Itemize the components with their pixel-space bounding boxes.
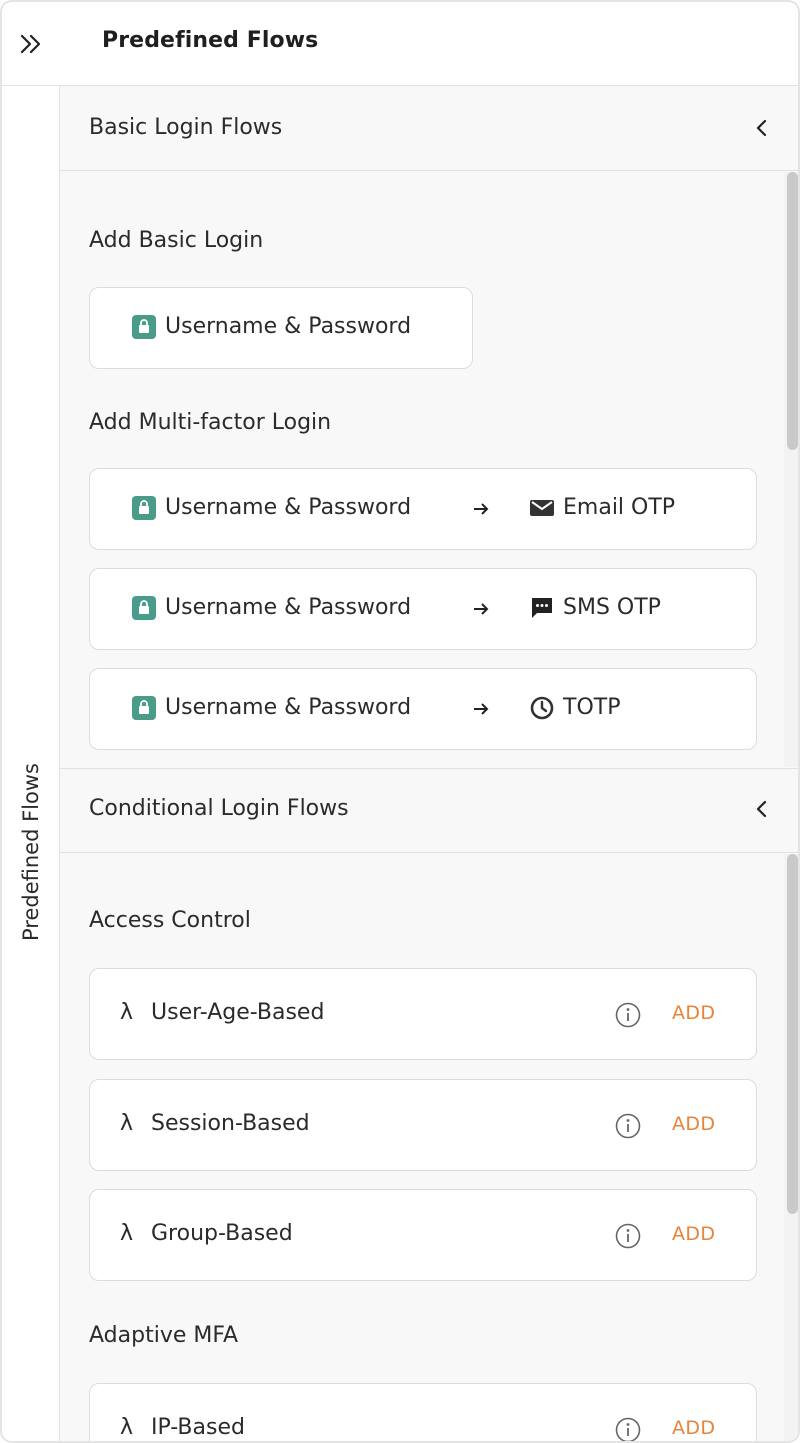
add-button[interactable]: ADD — [672, 1002, 715, 1024]
condition-name: User-Age-Based — [151, 1000, 325, 1025]
add-button[interactable]: ADD — [672, 1417, 715, 1439]
flow-step-label: Username & Password — [165, 695, 412, 720]
mfa-card-totp[interactable]: Username & Password TOTP — [89, 668, 757, 750]
lambda-icon: λ — [120, 1415, 134, 1440]
scrollbar-thumb[interactable] — [787, 172, 798, 450]
condition-name: IP-Based — [151, 1415, 245, 1440]
scrollbar-thumb[interactable] — [787, 854, 798, 1214]
section-title: Conditional Login Flows — [89, 796, 349, 821]
flow-step: Email OTP — [530, 495, 675, 520]
flow-step-label: Username & Password — [165, 595, 412, 620]
flow-step-label: Username & Password — [165, 314, 412, 339]
flow-step-label: SMS OTP — [563, 595, 661, 620]
email-icon — [530, 496, 554, 520]
condition-name: Group-Based — [151, 1221, 293, 1246]
condition-card-session[interactable]: λ Session-Based ADD — [89, 1079, 757, 1171]
section-title: Basic Login Flows — [89, 115, 283, 140]
basic-login-flows-header[interactable]: Basic Login Flows — [60, 86, 798, 171]
sms-icon — [530, 596, 554, 620]
flow-step: SMS OTP — [530, 595, 661, 620]
lock-icon — [132, 595, 156, 620]
info-icon[interactable] — [614, 1001, 642, 1029]
group-label: Access Control — [89, 908, 251, 933]
group-label: Adaptive MFA — [89, 1323, 239, 1348]
lock-icon — [132, 314, 156, 339]
chevron-left-icon[interactable] — [750, 797, 774, 821]
mfa-card-sms-otp[interactable]: Username & Password SMS OTP — [89, 568, 757, 650]
lambda-icon: λ — [120, 1111, 134, 1136]
info-icon[interactable] — [614, 1416, 642, 1443]
add-button[interactable]: ADD — [672, 1223, 715, 1245]
expand-panel-button[interactable] — [12, 28, 48, 60]
flow-step: Username & Password — [132, 314, 411, 339]
clock-icon — [530, 696, 554, 720]
flows-content: Basic Login Flows Add Basic Login Userna… — [60, 86, 798, 1443]
flow-step-label: TOTP — [563, 695, 621, 720]
mfa-card-email-otp[interactable]: Username & Password Email OTP — [89, 468, 757, 550]
add-button[interactable]: ADD — [672, 1113, 715, 1135]
info-icon[interactable] — [614, 1112, 642, 1140]
lambda-icon: λ — [120, 1221, 134, 1246]
flow-step: Username & Password — [132, 695, 411, 720]
basic-login-card[interactable]: Username & Password — [89, 287, 473, 369]
flow-step-label: Email OTP — [563, 495, 676, 520]
group-label: Add Multi-factor Login — [89, 410, 332, 435]
conditional-login-flows-header[interactable]: Conditional Login Flows — [60, 768, 798, 853]
flow-step-label: Username & Password — [165, 495, 412, 520]
flow-step: Username & Password — [132, 495, 411, 520]
panel-header: Predefined Flows — [2, 2, 798, 86]
chevron-left-icon[interactable] — [750, 116, 774, 140]
side-rail: Predefined Flows — [2, 86, 60, 1441]
condition-card-ip[interactable]: λ IP-Based ADD — [89, 1383, 757, 1443]
flow-step: TOTP — [530, 695, 620, 720]
lock-icon — [132, 495, 156, 520]
double-chevron-right-icon — [20, 34, 41, 54]
arrow-right-icon — [474, 503, 489, 515]
lock-icon — [132, 695, 156, 720]
lambda-icon: λ — [120, 1000, 134, 1025]
condition-card-user-age[interactable]: λ User-Age-Based ADD — [89, 968, 757, 1060]
page-title: Predefined Flows — [102, 28, 319, 53]
predefined-flows-panel: Predefined Flows Predefined Flows Basic … — [0, 0, 800, 1443]
condition-card-group[interactable]: λ Group-Based ADD — [89, 1189, 757, 1281]
info-icon[interactable] — [614, 1222, 642, 1250]
flow-step: Username & Password — [132, 595, 411, 620]
arrow-right-icon — [474, 603, 489, 615]
group-label: Add Basic Login — [89, 228, 264, 253]
condition-name: Session-Based — [151, 1111, 310, 1136]
arrow-right-icon — [474, 703, 489, 715]
rail-label[interactable]: Predefined Flows — [19, 763, 43, 941]
